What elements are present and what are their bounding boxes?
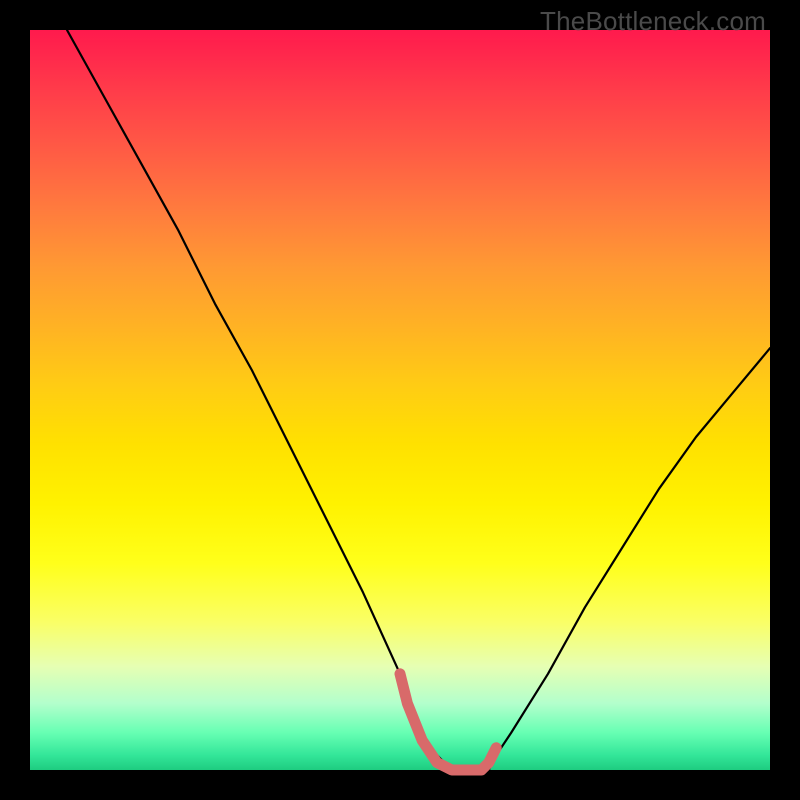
curve-svg [30,30,770,770]
highlight-flat [400,674,496,770]
chart-frame: TheBottleneck.com [0,0,800,800]
main-curve [67,30,770,770]
watermark-text: TheBottleneck.com [540,6,766,37]
plot-area [30,30,770,770]
